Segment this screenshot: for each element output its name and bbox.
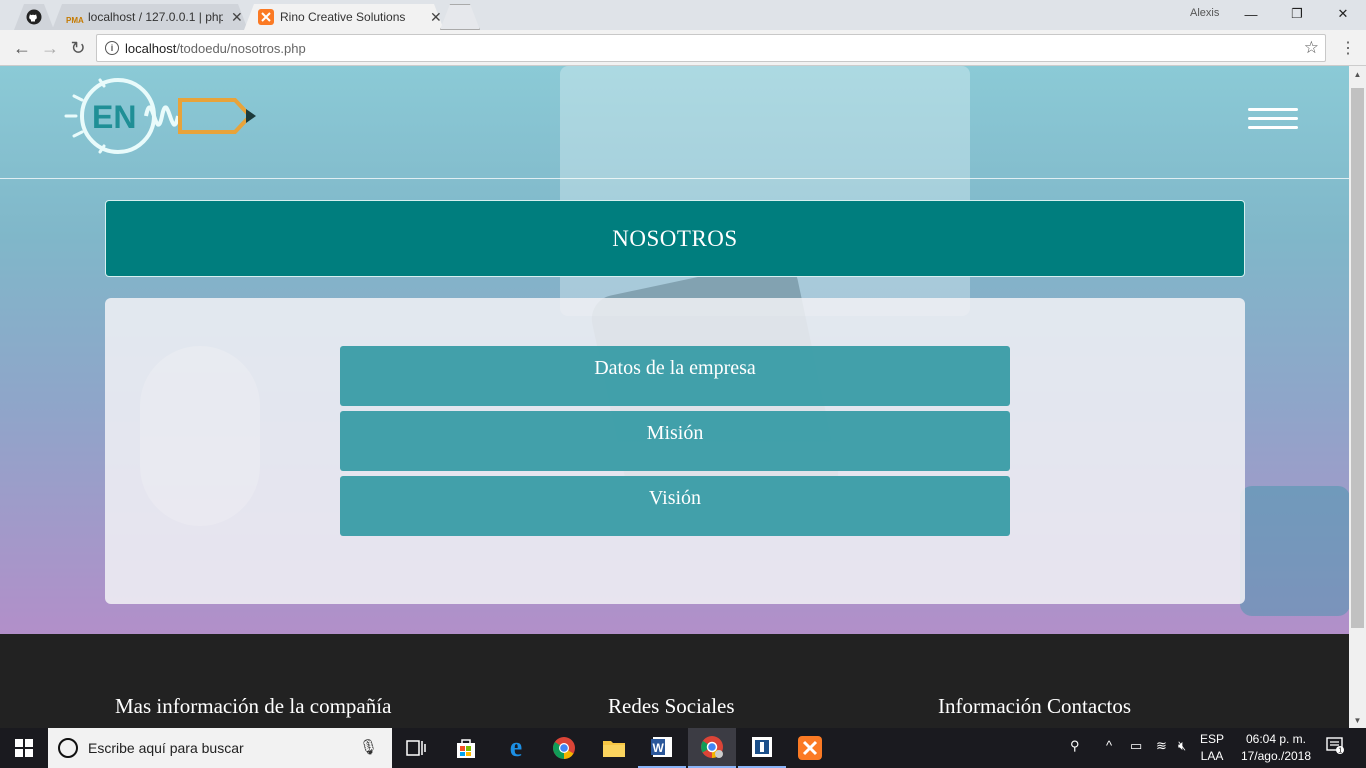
language-code: ESP [1200,732,1225,746]
header-divider [0,178,1349,179]
microphone-icon[interactable]: 🎙 [359,738,378,756]
browser-tab-strip: PMA localhost / 127.0.0.1 | php ✕ Rino C… [0,0,1366,30]
people-icon[interactable]: ⚲ [1070,738,1080,754]
address-bar[interactable]: i localhost/todoedu/nosotros.php ☆ [96,34,1326,62]
chrome-icon[interactable] [540,728,588,768]
edge-icon[interactable]: e [492,728,540,768]
search-placeholder: Escribe aquí para buscar [88,740,244,756]
github-icon [26,9,42,25]
cortana-icon [58,738,78,758]
forward-arrow-icon[interactable]: → [38,36,62,60]
site-footer: Mas información de la compañía Redes Soc… [0,634,1349,728]
minimize-button[interactable]: — [1228,3,1274,25]
mision-button[interactable]: Misión [340,411,1010,471]
app-icon[interactable] [738,728,786,768]
page-title-bar: NOSOTROS [105,200,1245,277]
language-indicator[interactable]: ESP LAA [1200,731,1224,765]
windows-logo-icon [15,739,33,757]
taskbar-search[interactable]: Escribe aquí para buscar 🎙 [48,728,392,768]
battery-icon[interactable]: ▭ [1130,738,1142,754]
logo-text: EN [92,99,136,135]
footer-contact-heading: Información Contactos [938,694,1132,718]
reload-icon[interactable]: ↻ [66,36,90,60]
notification-count: 1 [1338,748,1342,755]
word-icon[interactable]: W [638,728,686,768]
keyboard-layout: LAA [1200,749,1224,763]
tab-phpmyadmin[interactable]: PMA localhost / 127.0.0.1 | php ✕ [52,4,248,30]
chrome-profile-icon[interactable] [688,728,736,768]
menu-card: Datos de la empresa Misión Visión [105,298,1245,604]
show-hidden-icons[interactable]: ^ [1106,738,1112,753]
start-button[interactable] [0,728,48,768]
phpmyadmin-icon: PMA [66,16,84,25]
markers-decor [1240,486,1349,616]
system-clock[interactable]: 06:04 p. m. 17/ago./2018 [1236,731,1316,765]
bookmark-star-icon[interactable]: ☆ [1304,38,1319,58]
scrollbar-thumb[interactable] [1351,88,1364,628]
url-text[interactable]: localhost/todoedu/nosotros.php [125,41,306,56]
clock-time: 06:04 p. m. [1245,732,1307,746]
close-tab-icon[interactable]: ✕ [231,9,243,26]
chrome-menu-icon[interactable]: ⋮ [1340,38,1356,58]
site-logo[interactable]: EN [60,72,270,162]
close-window-button[interactable]: ✕ [1320,3,1366,25]
xampp-taskbar-icon[interactable] [786,728,834,768]
url-host: localhost [125,41,177,56]
back-arrow-icon[interactable]: ← [10,36,34,60]
github-pinned-tab[interactable] [14,4,54,30]
restore-button[interactable]: ❐ [1274,3,1320,25]
scroll-up-icon[interactable]: ▲ [1349,66,1366,82]
xampp-icon [258,9,274,25]
vision-button[interactable]: Visión [340,476,1010,536]
browser-toolbar: ← → ↻ i localhost/todoedu/nosotros.php ☆… [0,30,1366,66]
info-icon[interactable]: i [105,41,119,55]
tab-title: Rino Creative Solutions [280,10,406,24]
windows-taskbar: Escribe aquí para buscar 🎙 e W ⚲ ^ ▭ ≋ 🔇… [0,728,1366,768]
page-viewport: EN NOSOTROS Datos de la empresa Misión V… [0,66,1349,728]
footer-social-heading: Redes Sociales [608,694,735,718]
hamburger-menu-icon[interactable] [1248,108,1300,138]
tab-title: localhost / 127.0.0.1 | php [88,10,223,24]
hero-background: EN NOSOTROS Datos de la empresa Misión V… [0,66,1349,634]
url-path: /todoedu/nosotros.php [176,41,306,56]
task-view-icon[interactable] [392,728,440,768]
action-center-icon[interactable]: 1 [1326,736,1344,757]
svg-text:W: W [653,741,665,755]
clock-date: 17/ago./2018 [1240,749,1312,763]
window-user-label: Alexis [1190,7,1220,19]
scroll-down-icon[interactable]: ▼ [1349,712,1366,728]
wifi-icon[interactable]: ≋ [1156,738,1167,754]
store-icon[interactable] [442,728,490,768]
footer-company-heading: Mas información de la compañía [115,694,392,718]
new-tab-button[interactable] [440,4,480,30]
page-scrollbar[interactable]: ▲ ▼ [1349,66,1366,728]
datos-empresa-button[interactable]: Datos de la empresa [340,346,1010,406]
file-explorer-icon[interactable] [590,728,638,768]
volume-muted-icon[interactable]: 🔇︎ [1178,738,1186,754]
tab-rino-creative[interactable]: Rino Creative Solutions ✕ [244,4,444,30]
page-title: NOSOTROS [612,225,738,251]
